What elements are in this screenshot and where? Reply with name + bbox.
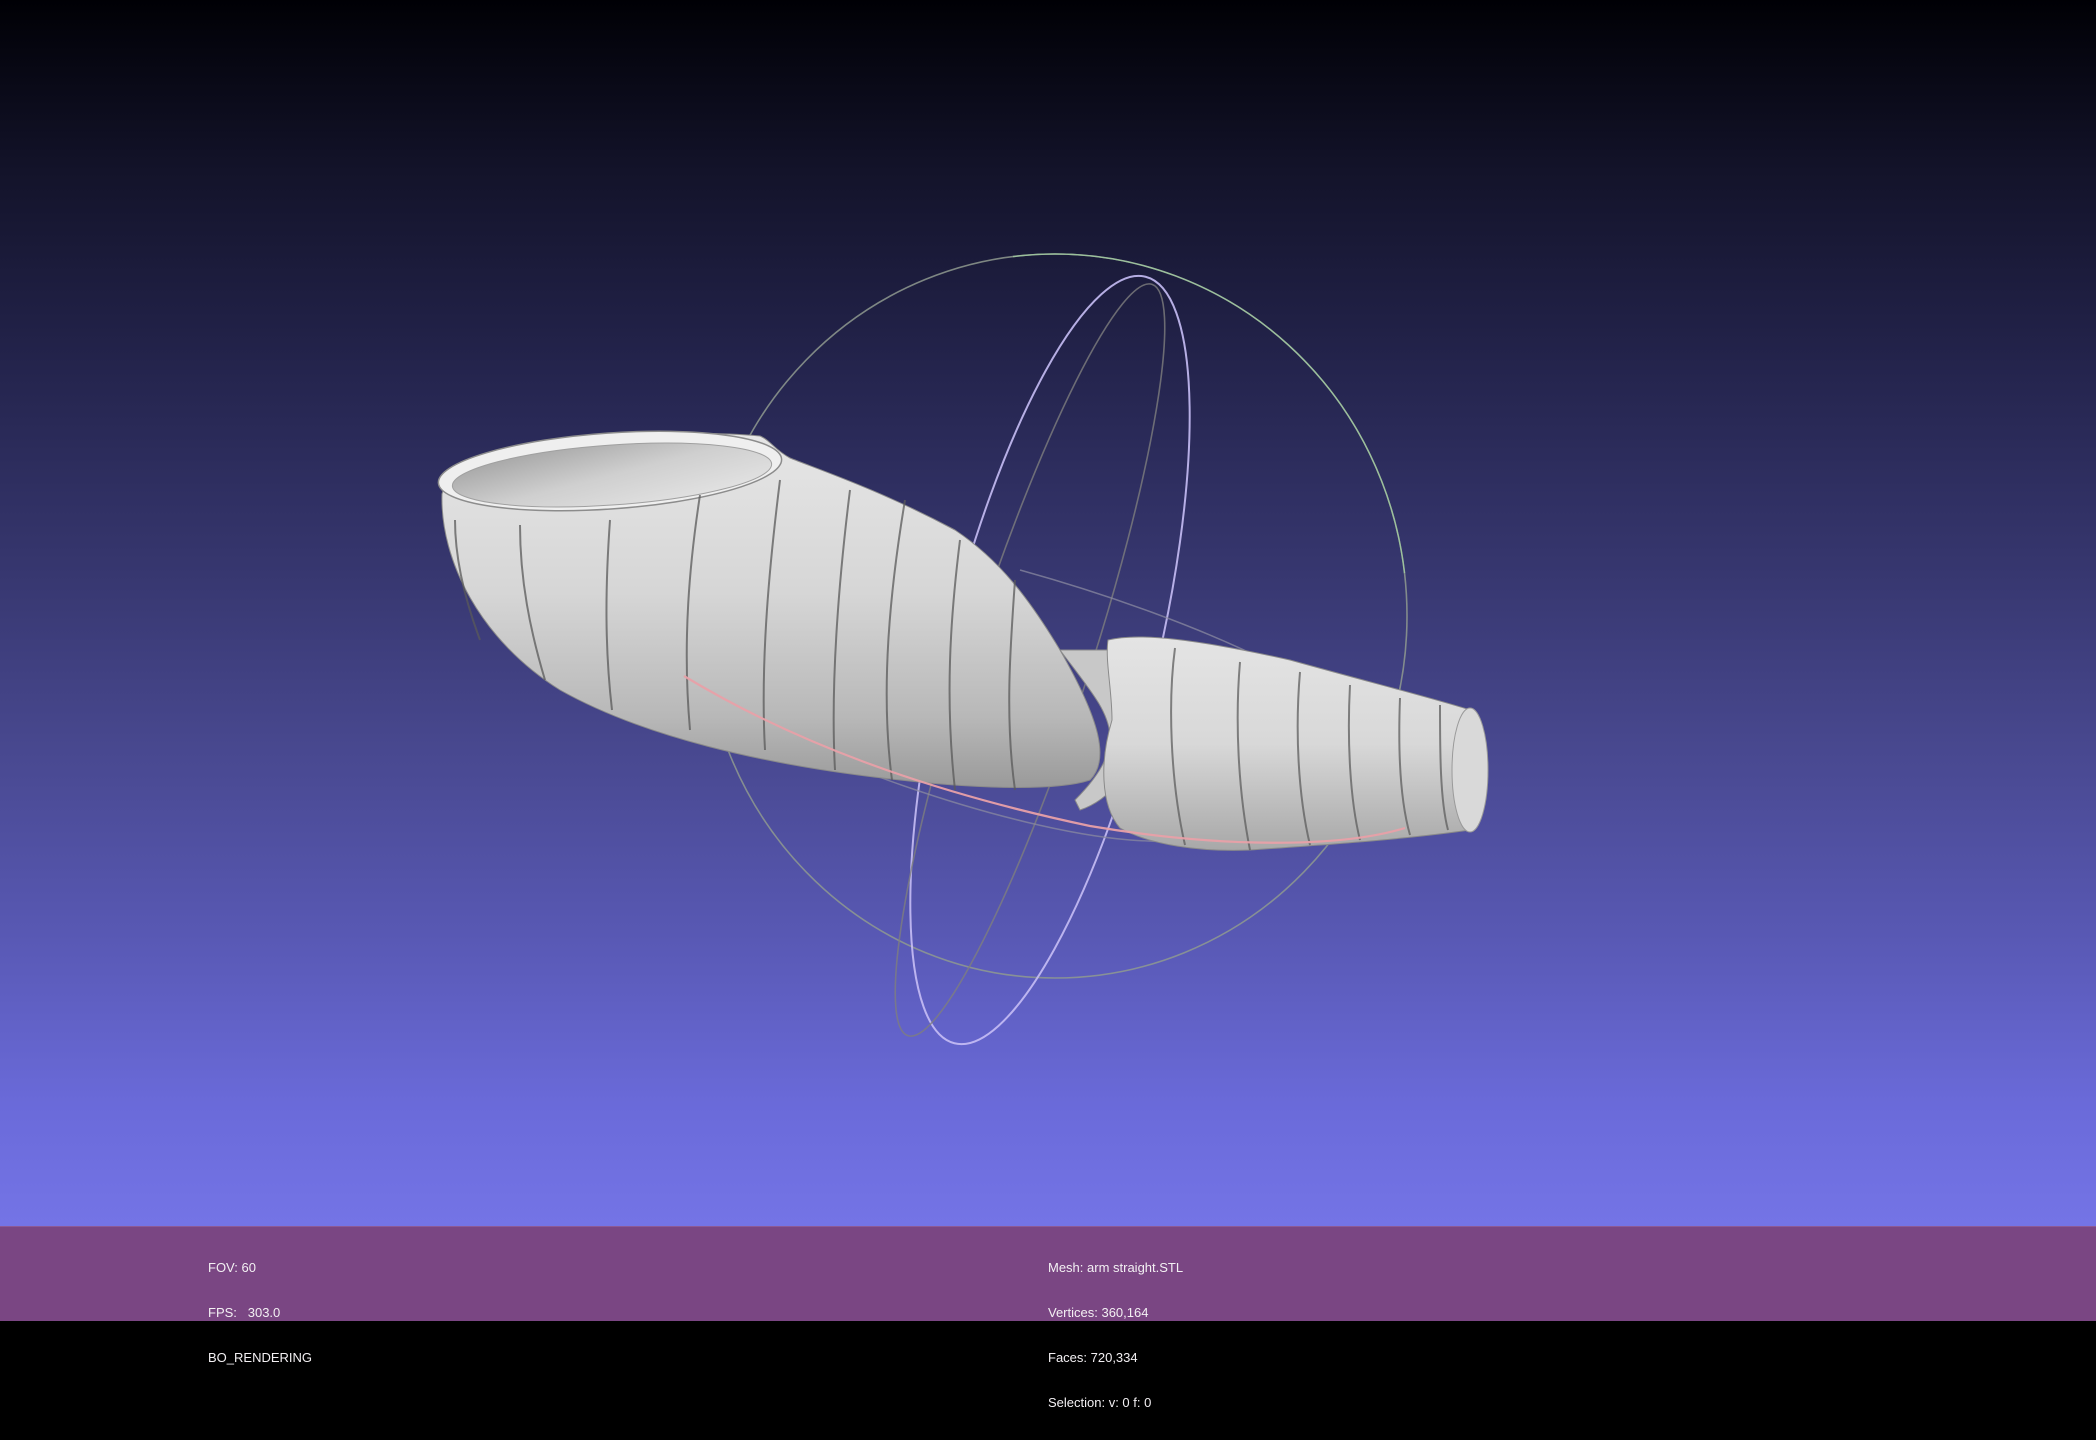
mesh-name-label: Mesh: arm straight.STL bbox=[1048, 1260, 1184, 1275]
status-bar: FOV: 60 FPS: 303.0 BO_RENDERING Mesh: ar… bbox=[0, 1226, 2096, 1410]
render-mode-label: BO_RENDERING bbox=[208, 1350, 313, 1365]
fov-label: FOV: 60 bbox=[208, 1260, 256, 1275]
faces-label: Faces: 720,334 bbox=[1048, 1350, 1138, 1365]
vertices-label: Vertices: 360,164 bbox=[1048, 1305, 1149, 1320]
mesh-sleeve-end bbox=[1451, 707, 1489, 833]
render-info: FOV: 60 FPS: 303.0 BO_RENDERING bbox=[208, 1230, 312, 1395]
3d-viewport[interactable] bbox=[0, 0, 2096, 1226]
scene-canvas[interactable] bbox=[0, 0, 2096, 1226]
mesh-model[interactable] bbox=[436, 421, 1489, 851]
selection-label: Selection: v: 0 f: 0 bbox=[1048, 1395, 1152, 1410]
mesh-info: Mesh: arm straight.STL Vertices: 360,164… bbox=[1048, 1230, 1183, 1440]
fps-label: FPS: 303.0 bbox=[208, 1305, 281, 1320]
mesh-lower-sleeve bbox=[1103, 636, 1489, 851]
